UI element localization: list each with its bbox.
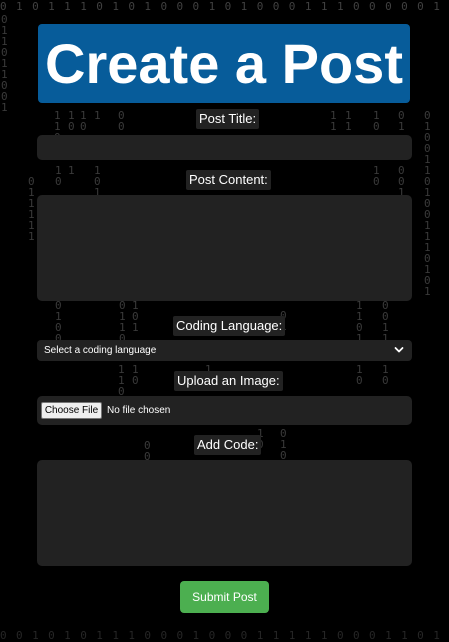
coding-language-selected-value: Select a coding language [44,345,157,356]
coding-language-select[interactable]: Select a coding language [37,340,412,361]
post-content-textarea[interactable] [37,195,412,301]
add-code-label: Add Code: [194,435,262,455]
page-title-banner: Create a Post [38,24,410,103]
create-post-page: 0 1 0 1 1 1 0 1 0 1 0 0 0 1 0 1 0 0 0 1 … [0,0,449,642]
post-title-label: Post Title: [196,109,260,129]
submit-post-button[interactable]: Submit Post [180,581,269,613]
post-content-label: Post Content: [186,170,271,190]
image-upload-field: Choose File No file chosen [37,396,412,425]
page-title: Create a Post [45,32,403,95]
choose-file-button[interactable]: Choose File [41,402,102,419]
upload-image-label: Upload an Image: [174,371,283,391]
chevron-down-icon [394,347,404,353]
post-title-input[interactable] [37,135,412,160]
coding-language-label: Coding Language: [173,316,286,336]
add-code-textarea[interactable] [37,460,412,566]
file-status-text: No file chosen [107,405,171,416]
